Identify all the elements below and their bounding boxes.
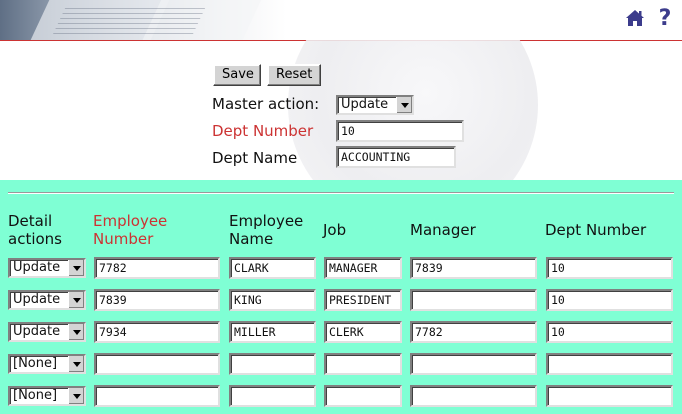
chevron-down-icon	[68, 388, 84, 404]
detail-action-select[interactable]: Update	[8, 322, 86, 342]
manager-field[interactable]: 7782	[410, 321, 537, 343]
help-icon[interactable]: ?	[654, 6, 676, 31]
employee-name-field[interactable]	[229, 385, 316, 407]
job-field[interactable]	[324, 353, 402, 375]
chevron-down-icon	[68, 324, 84, 340]
dept-number-field[interactable]	[546, 353, 673, 375]
banner-text-lines-graphic	[53, 4, 207, 34]
header-employee-name: Employee Name	[229, 212, 304, 248]
master-action-label: Master action:	[212, 95, 320, 113]
master-action-value: Update	[341, 97, 389, 112]
chevron-down-icon	[68, 260, 84, 276]
job-field[interactable]: MANAGER	[324, 257, 402, 279]
employee-number-field[interactable]	[94, 385, 220, 407]
chevron-down-icon	[68, 292, 84, 308]
job-field[interactable]: CLERK	[324, 321, 402, 343]
detail-action-select[interactable]: Update	[8, 290, 86, 310]
dept-name-label: Dept Name	[212, 149, 298, 167]
header-detail-actions: Detail actions	[8, 212, 62, 248]
dept-number-label: Dept Number	[212, 122, 314, 140]
home-icon[interactable]	[624, 6, 646, 30]
manager-field[interactable]	[410, 385, 537, 407]
detail-action-value: Update	[13, 324, 61, 339]
chevron-down-icon	[396, 97, 412, 113]
job-field[interactable]	[324, 385, 402, 407]
employee-number-field[interactable]: 7934	[94, 321, 220, 343]
detail-action-select[interactable]: [None]	[8, 386, 86, 406]
dept-number-field[interactable]	[546, 385, 673, 407]
reset-button[interactable]: Reset	[267, 64, 321, 86]
save-button[interactable]: Save	[213, 64, 261, 86]
header-manager: Manager	[410, 221, 476, 239]
employee-name-field[interactable]: KING	[229, 289, 316, 311]
dept-name-field[interactable]: ACCOUNTING	[336, 146, 456, 168]
job-field[interactable]: PRESIDENT	[324, 289, 402, 311]
dept-number-field[interactable]: 10	[546, 321, 673, 343]
dept-number-field[interactable]: 10	[336, 120, 464, 142]
employee-number-field[interactable]	[94, 353, 220, 375]
detail-action-value: [None]	[13, 356, 58, 371]
detail-action-select[interactable]: [None]	[8, 354, 86, 374]
header-dept-number: Dept Number	[545, 221, 647, 239]
header-job: Job	[323, 221, 347, 239]
manager-field[interactable]	[410, 289, 537, 311]
chevron-down-icon	[68, 356, 84, 372]
employee-number-field[interactable]: 7782	[94, 257, 220, 279]
employee-name-field[interactable]: CLARK	[229, 257, 316, 279]
manager-field[interactable]	[410, 353, 537, 375]
employee-number-field[interactable]: 7839	[94, 289, 220, 311]
employee-name-field[interactable]	[229, 353, 316, 375]
manager-field[interactable]: 7839	[410, 257, 537, 279]
header-employee-number: Employee Number	[93, 212, 168, 248]
master-action-select[interactable]: Update	[336, 95, 414, 115]
detail-action-value: Update	[13, 260, 61, 275]
section-divider	[8, 192, 674, 194]
dept-number-field[interactable]: 10	[546, 257, 673, 279]
employee-name-field[interactable]: MILLER	[229, 321, 316, 343]
dept-number-field[interactable]: 10	[546, 289, 673, 311]
header-banner	[0, 0, 682, 40]
detail-action-value: [None]	[13, 388, 58, 403]
detail-action-select[interactable]: Update	[8, 258, 86, 278]
detail-action-value: Update	[13, 292, 61, 307]
detail-section: Detail actions Employee Number Employee Nam…	[0, 180, 682, 414]
